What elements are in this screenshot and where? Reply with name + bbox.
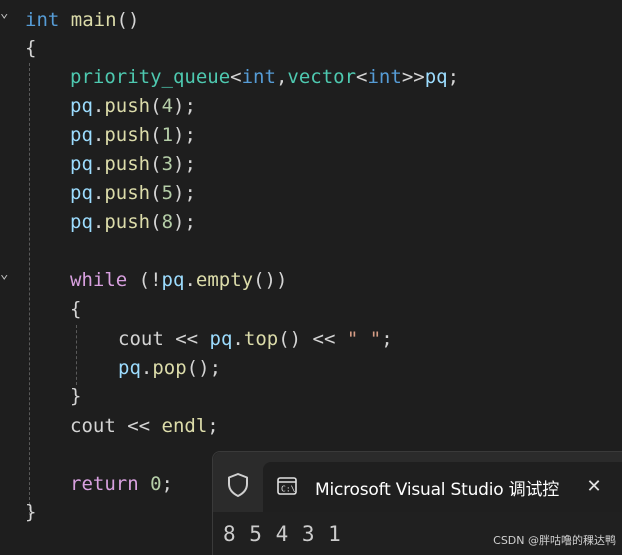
code-line-cout-endl: cout << endl; xyxy=(70,415,219,437)
console-tab-title: Microsoft Visual Studio 调试控 xyxy=(315,480,560,500)
indent-guide-while xyxy=(76,325,77,385)
code-line-cout-top: cout << pq.top() << " "; xyxy=(118,328,393,350)
code-line-main: int main() xyxy=(25,9,140,31)
watermark: CSDN @胖咕噜的稞达鸭 xyxy=(493,534,616,547)
fold-marker-main[interactable]: ⌄ xyxy=(0,5,10,21)
console-tab[interactable]: C:\ Microsoft Visual Studio 调试控 ✕ xyxy=(263,462,622,512)
code-line-brace-close: } xyxy=(25,501,37,523)
console-icon: C:\ xyxy=(277,477,297,495)
console-title-bar[interactable]: C:\ Microsoft Visual Studio 调试控 ✕ xyxy=(213,452,622,512)
console-output: 8 5 4 3 1 xyxy=(223,522,342,546)
code-line-pop: pq.pop(); xyxy=(118,357,222,379)
code-line-push: pq.push(1); xyxy=(70,124,196,146)
code-line-push: pq.push(5); xyxy=(70,182,196,204)
code-line-priority-queue: priority_queue<int,vector<int>>pq; xyxy=(70,66,460,88)
code-line-brace-open: { xyxy=(25,37,37,59)
code-line-while: while (!pq.empty()) xyxy=(70,269,288,291)
fold-marker-while[interactable]: ⌄ xyxy=(0,266,10,282)
code-line-push: pq.push(8); xyxy=(70,211,196,233)
code-line-push: pq.push(3); xyxy=(70,153,196,175)
code-line-inner-brace-close: } xyxy=(70,385,82,407)
indent-guide-main xyxy=(29,63,30,515)
code-line-push: pq.push(4); xyxy=(70,95,196,117)
code-line-return: return 0; xyxy=(70,473,173,495)
svg-text:C:\: C:\ xyxy=(281,485,296,494)
shield-icon[interactable] xyxy=(225,472,251,498)
close-icon[interactable]: ✕ xyxy=(583,476,605,498)
code-line-inner-brace-open: { xyxy=(70,298,82,320)
